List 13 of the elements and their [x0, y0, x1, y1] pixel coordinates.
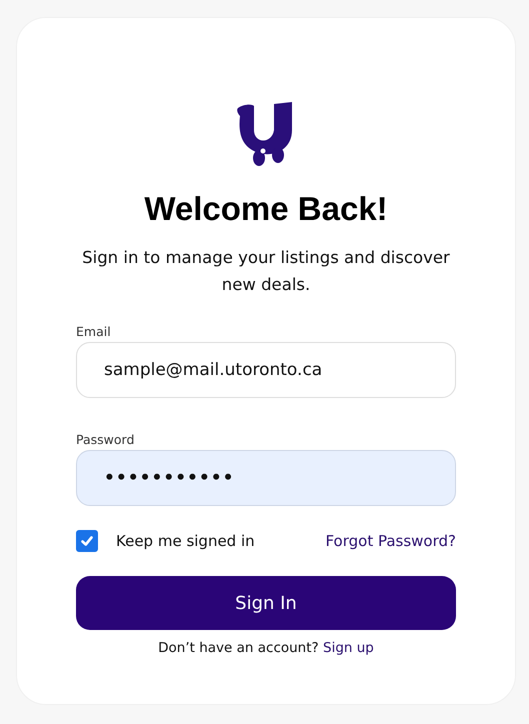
sign-up-link[interactable]: Sign up [323, 640, 374, 656]
email-field[interactable]: sample@mail.utoronto.ca [76, 342, 456, 398]
field-label: Password [76, 432, 136, 447]
checkbox[interactable] [76, 530, 98, 552]
page-title: Welcome Back! [144, 190, 388, 228]
signup-prompt: Don’t have an account? [158, 640, 319, 656]
password-field[interactable]: ••••••••••• [76, 450, 456, 506]
forgot-password-link[interactable]: Forgot Password? [325, 532, 456, 550]
field-label: Email [76, 324, 112, 339]
checkbox-label: Keep me signed in [116, 532, 255, 550]
sign-in-button[interactable]: Sign In [76, 576, 456, 630]
subtitle: Sign in to manage your listings and discover new deals. [81, 247, 451, 296]
checkmark-icon [79, 533, 95, 549]
